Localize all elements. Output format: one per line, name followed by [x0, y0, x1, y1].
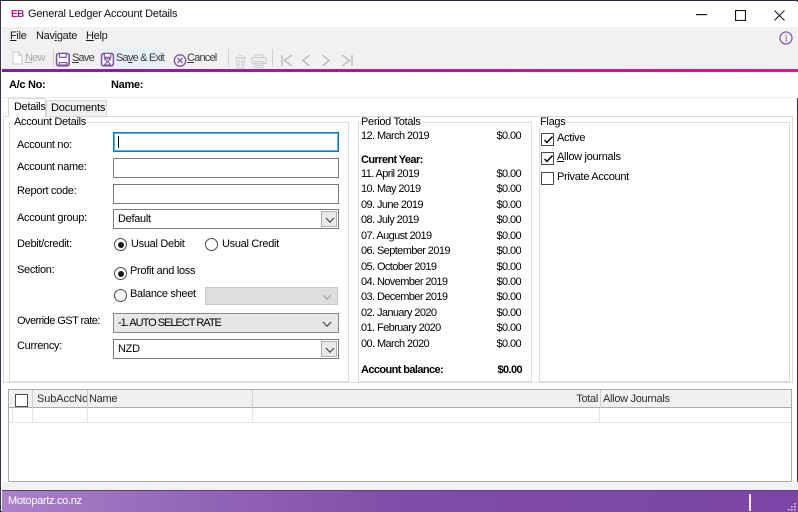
svg-text:i: i — [785, 34, 788, 45]
